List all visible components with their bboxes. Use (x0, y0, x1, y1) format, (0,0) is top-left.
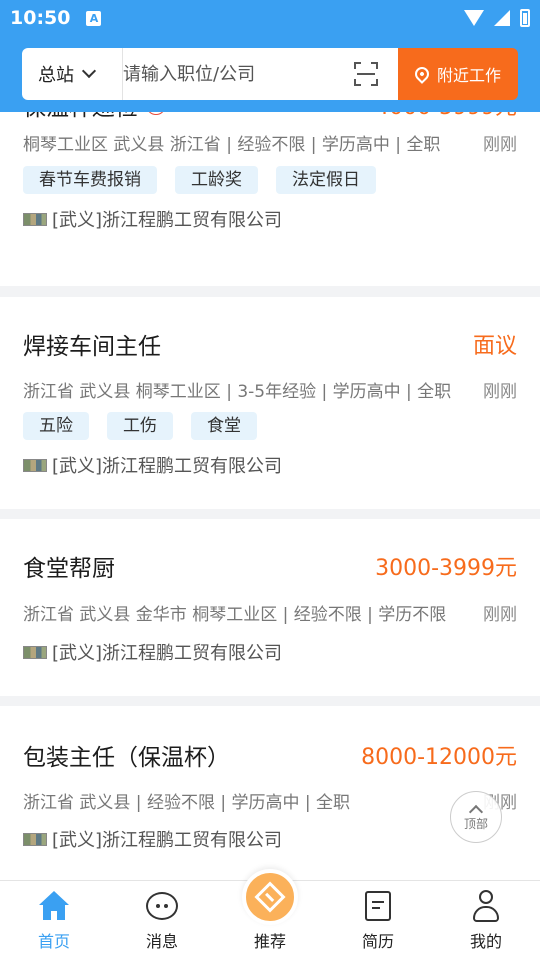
job-salary: 3000-3999元 (375, 556, 517, 581)
benefit-tag: 五险 (23, 412, 89, 440)
job-location-requirements: 浙江省 武义县 桐琴工业区 | 3-5年经验 | 学历高中 | 全职 (23, 382, 452, 402)
job-salary: 8000-12000元 (361, 745, 517, 770)
company-logo (23, 212, 47, 226)
job-salary: 4000-5999元 (375, 112, 517, 121)
system-icons (464, 9, 530, 27)
job-location-requirements: 浙江省 武义县 金华市 桐琴工业区 | 经验不限 | 学历不限 (23, 605, 447, 625)
urgent-badge: 急 (146, 112, 166, 115)
job-meta: 浙江省 武义县 | 经验不限 | 学历高中 | 全职 刚刚 (23, 788, 517, 813)
location-pin-icon (412, 64, 432, 84)
job-location-requirements: 浙江省 武义县 | 经验不限 | 学历高中 | 全职 (23, 793, 351, 813)
recommend-icon (242, 869, 298, 925)
nav-recommend-label: 推荐 (253, 932, 286, 951)
job-card[interactable]: 焊接车间主任 面议 浙江省 武义县 桐琴工业区 | 3-5年经验 | 学历高中 … (0, 297, 540, 509)
job-tags: 春节车费报销 工龄奖 法定假日 (23, 166, 376, 194)
job-card[interactable]: 食堂帮厨 3000-3999元 浙江省 武义县 金华市 桐琴工业区 | 经验不限… (0, 519, 540, 696)
company-row: [武义]浙江程鹏工贸有限公司 (23, 206, 282, 232)
station-selector[interactable]: 总站 (22, 48, 123, 100)
job-header: 焊接车间主任 面议 (23, 327, 517, 361)
back-to-top-button[interactable]: 顶部 (450, 791, 502, 843)
job-title: 保温杯巡检 (23, 112, 138, 122)
company-name: [武义]浙江程鹏工贸有限公司 (52, 830, 283, 851)
nearby-jobs-button[interactable]: 附近工作 (398, 48, 518, 100)
job-posted-time: 刚刚 (483, 135, 517, 155)
company-row: [武义]浙江程鹏工贸有限公司 (23, 639, 282, 665)
station-label: 总站 (38, 65, 74, 86)
job-title: 包装主任（保温杯） (23, 745, 230, 771)
search-input[interactable] (123, 48, 354, 100)
signal-icon (494, 10, 510, 26)
chevron-down-icon (81, 63, 97, 79)
status-time: 10:50 (10, 7, 71, 29)
nav-mine[interactable]: 我的 (432, 881, 540, 960)
nav-home[interactable]: 首页 (0, 881, 108, 960)
job-salary: 面议 (472, 334, 517, 359)
job-posted-time: 刚刚 (483, 382, 517, 402)
company-name: [武义]浙江程鹏工贸有限公司 (52, 456, 283, 477)
job-meta: 浙江省 武义县 金华市 桐琴工业区 | 经验不限 | 学历不限 刚刚 (23, 600, 517, 625)
company-name: [武义]浙江程鹏工贸有限公司 (52, 210, 283, 231)
nav-recommend[interactable]: 推荐 (216, 869, 324, 960)
nearby-jobs-label: 附近工作 (436, 66, 501, 85)
bottom-nav: 首页 消息 推荐 简历 我的 (0, 869, 540, 960)
job-location-requirements: 桐琴工业区 武义县 浙江省 | 经验不限 | 学历高中 | 全职 (23, 135, 441, 155)
benefit-tag: 食堂 (191, 412, 257, 440)
company-row: [武义]浙江程鹏工贸有限公司 (23, 826, 282, 852)
job-meta: 桐琴工业区 武义县 浙江省 | 经验不限 | 学历高中 | 全职 刚刚 (23, 130, 517, 155)
job-card[interactable]: 包装主任（保温杯） 8000-12000元 浙江省 武义县 | 经验不限 | 学… (0, 706, 540, 880)
job-meta: 浙江省 武义县 桐琴工业区 | 3-5年经验 | 学历高中 | 全职 刚刚 (23, 377, 517, 402)
nav-messages-label: 消息 (145, 932, 178, 951)
benefit-tag: 春节车费报销 (23, 166, 157, 194)
company-name: [武义]浙江程鹏工贸有限公司 (52, 643, 283, 664)
nav-home-label: 首页 (37, 932, 70, 951)
job-header: 保温杯巡检 急 4000-5999元 (23, 112, 517, 122)
message-icon (146, 892, 178, 920)
nav-mine-label: 我的 (469, 932, 502, 951)
header: 10:50 A 总站 附近工作 (0, 0, 540, 112)
job-header: 食堂帮厨 3000-3999元 (23, 549, 517, 583)
job-list: 保温杯巡检 急 4000-5999元 桐琴工业区 武义县 浙江省 | 经验不限 … (0, 112, 540, 880)
company-row: [武义]浙江程鹏工贸有限公司 (23, 452, 282, 478)
job-header: 包装主任（保温杯） 8000-12000元 (23, 738, 517, 772)
benefit-tag: 工伤 (107, 412, 173, 440)
company-logo (23, 645, 47, 659)
nav-resume-label: 简历 (361, 932, 394, 951)
job-posted-time: 刚刚 (483, 605, 517, 625)
benefit-tag: 工龄奖 (175, 166, 258, 194)
battery-icon (520, 9, 530, 27)
status-bar: 10:50 A (0, 0, 540, 36)
resume-icon (365, 891, 391, 921)
company-logo (23, 458, 47, 472)
job-title: 食堂帮厨 (23, 556, 115, 582)
benefit-tag: 法定假日 (276, 166, 376, 194)
search-box: 总站 (22, 48, 398, 100)
job-card[interactable]: 保温杯巡检 急 4000-5999元 桐琴工业区 武义县 浙江省 | 经验不限 … (0, 112, 540, 286)
job-title: 焊接车间主任 (23, 334, 161, 360)
nav-messages[interactable]: 消息 (108, 881, 216, 960)
company-logo (23, 832, 47, 846)
home-icon (38, 891, 70, 921)
nav-resume[interactable]: 简历 (324, 881, 432, 960)
notification-icon: A (86, 10, 102, 26)
job-tags: 五险 工伤 食堂 (23, 412, 257, 440)
wifi-icon (464, 10, 484, 26)
search-bar: 总站 附近工作 (22, 48, 518, 100)
profile-icon (471, 890, 501, 922)
scan-icon[interactable] (354, 62, 378, 86)
